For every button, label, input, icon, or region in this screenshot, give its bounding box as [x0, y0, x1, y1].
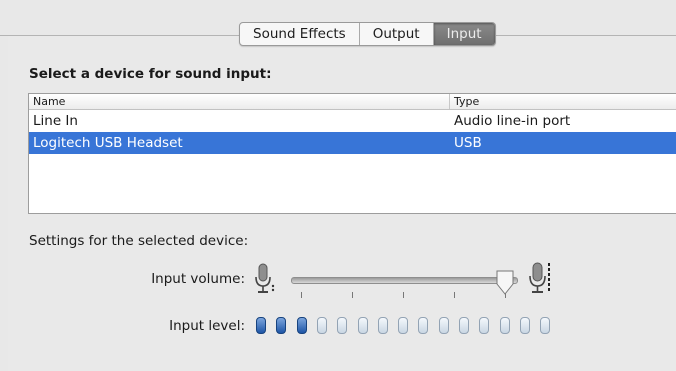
level-led [479, 317, 489, 334]
level-led [297, 317, 307, 334]
microphone-low-icon [255, 263, 275, 293]
table-header: Name Type [29, 94, 676, 110]
tab-output[interactable]: Output [360, 23, 434, 45]
column-header-name[interactable]: Name [29, 94, 450, 109]
settings-section-label: Settings for the selected device: [29, 233, 249, 249]
level-led [317, 317, 327, 334]
level-led [439, 317, 449, 334]
level-led [256, 317, 266, 334]
level-led [276, 317, 286, 334]
tab-bar: Sound Effects Output Input [239, 22, 496, 46]
slider-tick [301, 292, 302, 298]
table-row[interactable]: Line In Audio line-in port [29, 110, 676, 132]
level-led [418, 317, 428, 334]
input-volume-slider-track[interactable] [291, 277, 518, 284]
device-name-cell: Logitech USB Headset [33, 135, 183, 151]
device-type-cell: Audio line-in port [454, 113, 571, 129]
device-name-cell: Line In [33, 113, 78, 129]
device-list-heading: Select a device for sound input: [29, 66, 272, 82]
input-volume-label: Input volume: [151, 271, 245, 287]
input-device-table[interactable]: Name Type Line In Audio line-in port Log… [28, 93, 676, 214]
input-level-label: Input level: [169, 318, 245, 334]
level-led [520, 317, 530, 334]
input-volume-slider-thumb[interactable] [495, 269, 515, 297]
level-led [378, 317, 388, 334]
level-led [398, 317, 408, 334]
level-led [358, 317, 368, 334]
slider-tick [352, 292, 353, 298]
slider-tick [403, 292, 404, 298]
level-led [459, 317, 469, 334]
column-header-type[interactable]: Type [450, 94, 479, 109]
tab-sound-effects[interactable]: Sound Effects [240, 23, 360, 45]
slider-tick [454, 292, 455, 298]
table-row[interactable]: Logitech USB Headset USB [29, 132, 676, 154]
device-type-cell: USB [454, 135, 482, 151]
level-led [500, 317, 510, 334]
microphone-high-icon [529, 262, 550, 293]
level-led [540, 317, 550, 334]
tab-input[interactable]: Input [433, 23, 495, 45]
level-led [337, 317, 347, 334]
